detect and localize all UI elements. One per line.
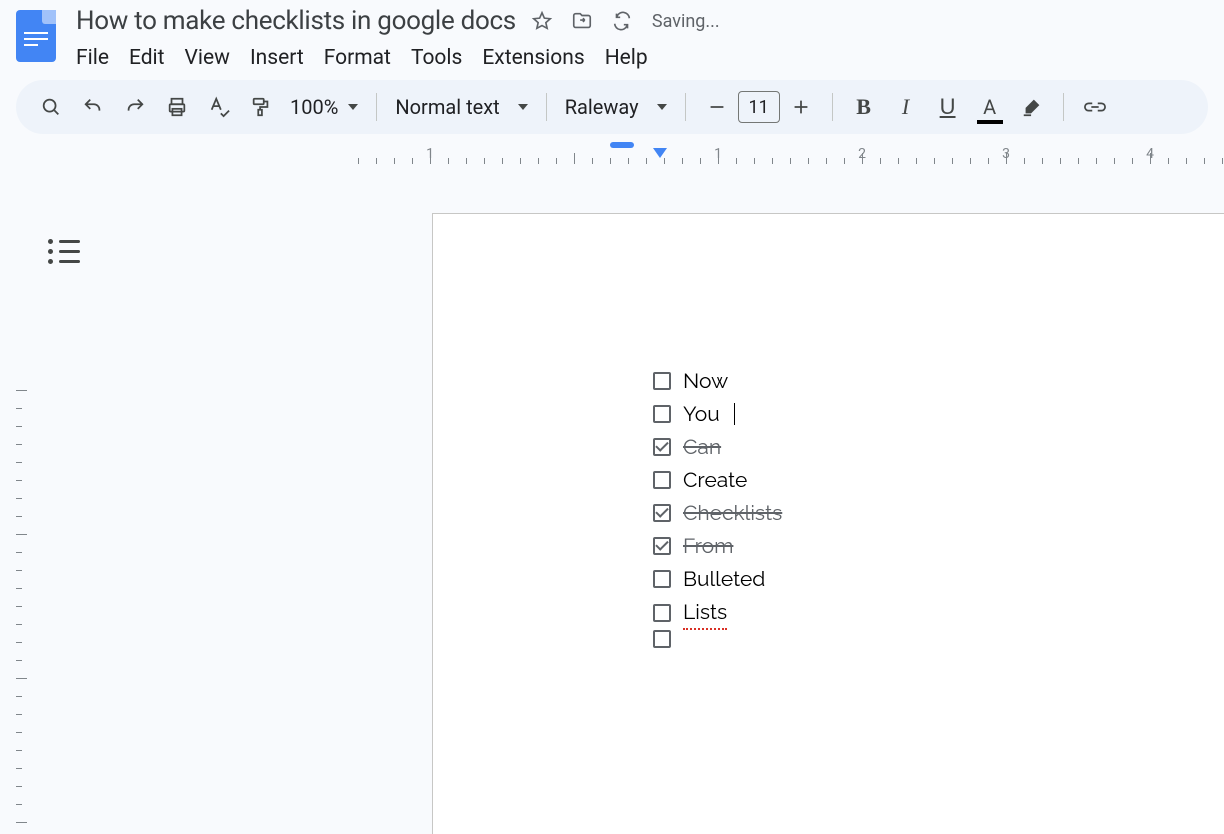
document-page[interactable]: NowYouCanCreateChecklistsFromBulletedLis…: [432, 213, 1224, 834]
checkbox-icon[interactable]: [653, 630, 671, 648]
print-icon[interactable]: [158, 88, 196, 126]
checkbox-icon[interactable]: [653, 405, 671, 423]
text-color-button[interactable]: A: [971, 88, 1009, 126]
menu-extensions[interactable]: Extensions: [482, 46, 584, 70]
checklist-item[interactable]: Can: [653, 430, 1224, 463]
checklist-item[interactable]: [653, 630, 1224, 648]
checklist-item-text[interactable]: Lists: [683, 595, 727, 630]
checklist-item-text[interactable]: Bulleted: [683, 562, 765, 595]
menu-insert[interactable]: Insert: [250, 46, 304, 70]
checkbox-icon[interactable]: [653, 537, 671, 555]
insert-link-icon[interactable]: [1076, 88, 1114, 126]
zoom-select[interactable]: 100%: [290, 95, 338, 119]
save-status: Saving...: [652, 11, 720, 32]
checklist-item-text[interactable]: Checklists: [683, 496, 782, 529]
text-cursor: [734, 403, 736, 425]
checklist-item[interactable]: Bulleted: [653, 562, 1224, 595]
ruler-label: 3: [1002, 146, 1010, 162]
ruler-label: 1: [714, 146, 722, 162]
horizontal-ruler[interactable]: 1 1 2 3 4: [12, 142, 1224, 170]
checkbox-icon[interactable]: [653, 570, 671, 588]
move-folder-icon[interactable]: [568, 7, 596, 35]
document-outline-icon[interactable]: [48, 235, 80, 267]
increase-font-size-icon[interactable]: [782, 88, 820, 126]
menu-format[interactable]: Format: [324, 46, 391, 70]
checkbox-icon[interactable]: [653, 438, 671, 456]
italic-button[interactable]: I: [887, 88, 925, 126]
docs-logo[interactable]: [16, 10, 56, 62]
checkbox-icon[interactable]: [653, 504, 671, 522]
menu-edit[interactable]: Edit: [129, 46, 165, 70]
checklist-item-text[interactable]: You: [683, 397, 720, 430]
checklist-item[interactable]: Create: [653, 463, 1224, 496]
document-title[interactable]: How to make checklists in google docs: [76, 6, 516, 36]
checklist-item-text[interactable]: Can: [683, 430, 721, 463]
checklist-item[interactable]: You: [653, 397, 1224, 430]
checklist-item[interactable]: From: [653, 529, 1224, 562]
vertical-ruler[interactable]: [8, 390, 30, 834]
paint-format-icon[interactable]: [242, 88, 280, 126]
checklist-item[interactable]: Lists: [653, 595, 1224, 630]
left-indent-marker-icon[interactable]: [653, 148, 667, 158]
chevron-down-icon[interactable]: [657, 104, 667, 110]
search-icon[interactable]: [32, 88, 70, 126]
cloud-sync-icon[interactable]: [608, 7, 636, 35]
undo-icon[interactable]: [74, 88, 112, 126]
toolbar: 100% Normal text Raleway 11 B I U A: [16, 80, 1208, 134]
checklist-item-text[interactable]: Create: [683, 463, 747, 496]
ruler-label: 1: [426, 146, 434, 162]
underline-button[interactable]: U: [929, 88, 967, 126]
ruler-label: 2: [858, 146, 866, 162]
menu-bar: File Edit View Insert Format Tools Extensions H…: [76, 40, 720, 80]
chevron-down-icon[interactable]: [518, 104, 528, 110]
font-select[interactable]: Raleway: [565, 95, 639, 119]
checkbox-icon[interactable]: [653, 471, 671, 489]
first-line-indent-icon[interactable]: [610, 142, 634, 148]
menu-view[interactable]: View: [185, 46, 230, 70]
checklist-item-text[interactable]: From: [683, 529, 733, 562]
checklist-item[interactable]: Checklists: [653, 496, 1224, 529]
menu-tools[interactable]: Tools: [411, 46, 462, 70]
redo-icon[interactable]: [116, 88, 154, 126]
highlight-color-icon[interactable]: [1013, 88, 1051, 126]
menu-help[interactable]: Help: [605, 46, 648, 70]
paragraph-style-select[interactable]: Normal text: [395, 95, 499, 119]
ruler-label: 4: [1146, 146, 1154, 162]
checkbox-icon[interactable]: [653, 604, 671, 622]
checklist-item[interactable]: Now: [653, 364, 1224, 397]
chevron-down-icon[interactable]: [348, 104, 358, 110]
menu-file[interactable]: File: [76, 46, 109, 70]
bold-button[interactable]: B: [845, 88, 883, 126]
spellcheck-icon[interactable]: [200, 88, 238, 126]
checkbox-icon[interactable]: [653, 372, 671, 390]
checklist-item-text[interactable]: Now: [683, 364, 728, 397]
font-size-input[interactable]: 11: [738, 91, 780, 123]
decrease-font-size-icon[interactable]: [698, 88, 736, 126]
star-icon[interactable]: [528, 7, 556, 35]
